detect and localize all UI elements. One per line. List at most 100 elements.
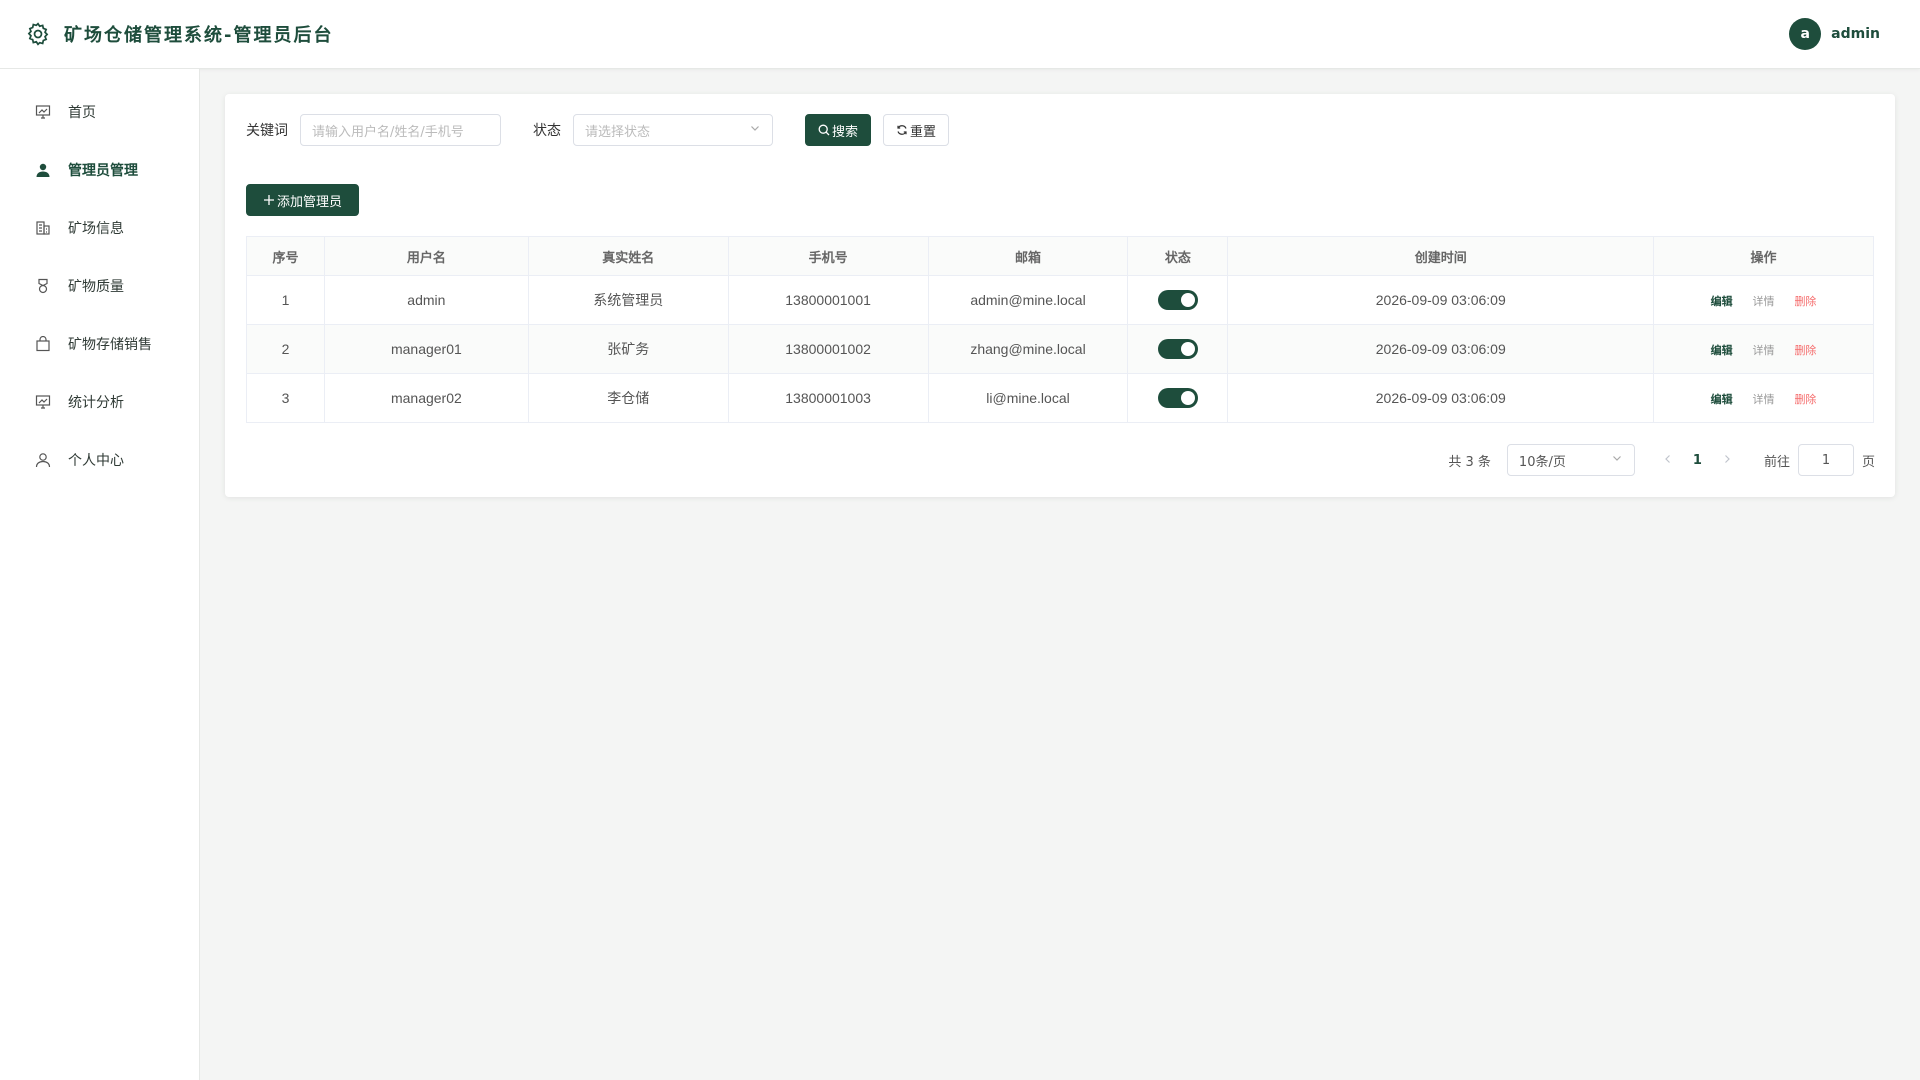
main-card: 关键词 请输入用户名/姓名/手机号 状态 请选择状态 搜索 重置 添加管理员 序… — [225, 94, 1895, 497]
search-button-label: 搜索 — [832, 124, 859, 140]
cell-status — [1127, 324, 1229, 374]
detail-link[interactable]: 详情 — [1753, 345, 1775, 357]
table-row: 3 manager02 李仓储 13800001003 li@mine.loca… — [246, 373, 1874, 423]
add-admin-button-label: 添加管理员 — [277, 194, 343, 210]
delete-link[interactable]: 删除 — [1794, 394, 1816, 406]
sidebar-item-admin-management[interactable]: 管理员管理 — [0, 141, 199, 199]
add-admin-button[interactable]: 添加管理员 — [246, 184, 360, 216]
shopping-bag-icon — [34, 335, 52, 353]
cell-username: admin — [324, 275, 529, 325]
col-actions: 操作 — [1653, 236, 1874, 276]
goto-page-value: 1 — [1821, 452, 1831, 468]
page-number-current[interactable]: 1 — [1693, 453, 1702, 468]
col-email: 邮箱 — [928, 236, 1129, 276]
gear-icon — [24, 20, 52, 48]
pagination: 共 3 条 10条/页 1 前往 1 页 — [1448, 444, 1875, 476]
top-header: 矿场仓储管理系统-管理员后台 a admin — [0, 0, 1920, 69]
col-index: 序号 — [246, 236, 325, 276]
cell-email: admin@mine.local — [928, 275, 1129, 325]
page-size-value: 10条/页 — [1518, 454, 1566, 470]
sidebar-item-profile[interactable]: 个人中心 — [0, 431, 199, 489]
search-icon — [818, 124, 830, 136]
keyword-label: 关键词 — [246, 123, 288, 139]
cell-status — [1127, 373, 1229, 423]
col-created: 创建时间 — [1227, 236, 1655, 276]
chevron-down-icon — [1611, 452, 1623, 468]
sidebar-item-label: 矿物存储销售 — [68, 337, 152, 353]
sidebar-item-label: 统计分析 — [68, 395, 124, 411]
dashboard-icon — [34, 103, 52, 121]
status-label: 状态 — [533, 123, 561, 139]
user-icon — [34, 161, 52, 179]
next-page-icon[interactable] — [1722, 452, 1732, 468]
keyword-placeholder: 请输入用户名/姓名/手机号 — [312, 124, 464, 140]
col-realname: 真实姓名 — [528, 236, 729, 276]
table-row: 2 manager01 张矿务 13800001002 zhang@mine.l… — [246, 324, 1874, 374]
table-header-row: 序号 用户名 真实姓名 手机号 邮箱 状态 创建时间 操作 — [246, 236, 1874, 276]
edit-link[interactable]: 编辑 — [1711, 345, 1733, 357]
status-toggle[interactable] — [1157, 290, 1198, 310]
sidebar-item-mineral-quality[interactable]: 矿物质量 — [0, 257, 199, 315]
cell-actions: 编辑 详情 删除 — [1653, 324, 1874, 374]
cell-username: manager01 — [324, 324, 529, 374]
cell-username: manager02 — [324, 373, 529, 423]
pagination-total: 共 3 条 — [1448, 454, 1491, 470]
edit-link[interactable]: 编辑 — [1711, 296, 1733, 308]
col-phone: 手机号 — [728, 236, 929, 276]
cell-realname: 张矿务 — [528, 324, 729, 374]
edit-link[interactable]: 编辑 — [1711, 394, 1733, 406]
status-select[interactable]: 请选择状态 — [573, 114, 773, 146]
sidebar-item-label: 矿物质量 — [68, 279, 124, 295]
sidebar-item-mine-info[interactable]: 矿场信息 — [0, 199, 199, 257]
sidebar-item-statistics[interactable]: 统计分析 — [0, 373, 199, 431]
delete-link[interactable]: 删除 — [1794, 296, 1816, 308]
sidebar-item-label: 个人中心 — [68, 453, 124, 469]
cell-email: li@mine.local — [928, 373, 1129, 423]
plus-icon — [263, 194, 275, 206]
cell-actions: 编辑 详情 删除 — [1653, 373, 1874, 423]
cell-index: 3 — [246, 373, 325, 423]
prev-page-icon[interactable] — [1663, 452, 1673, 468]
page-size-select[interactable]: 10条/页 — [1506, 444, 1635, 476]
cell-phone: 13800001002 — [728, 324, 929, 374]
cell-status — [1127, 275, 1229, 325]
toolbar: 添加管理员 — [246, 184, 1874, 216]
username[interactable]: admin — [1831, 26, 1880, 42]
search-button[interactable]: 搜索 — [805, 114, 872, 146]
status-placeholder: 请选择状态 — [585, 124, 651, 140]
chart-board-icon — [34, 393, 52, 411]
table-row: 1 admin 系统管理员 13800001001 admin@mine.loc… — [246, 275, 1874, 325]
medal-icon — [34, 277, 52, 295]
sidebar-item-label: 首页 — [68, 105, 96, 121]
col-username: 用户名 — [324, 236, 529, 276]
sidebar-item-home[interactable]: 首页 — [0, 83, 199, 141]
detail-link[interactable]: 详情 — [1753, 394, 1775, 406]
building-icon — [34, 219, 52, 237]
app-title: 矿场仓储管理系统-管理员后台 — [64, 25, 334, 46]
cell-phone: 13800001003 — [728, 373, 929, 423]
chevron-down-icon — [749, 122, 761, 138]
keyword-input[interactable]: 请输入用户名/姓名/手机号 — [300, 114, 501, 146]
reset-button-label: 重置 — [910, 124, 937, 140]
detail-link[interactable]: 详情 — [1753, 296, 1775, 308]
sidebar-item-storage-sales[interactable]: 矿物存储销售 — [0, 315, 199, 373]
search-bar: 关键词 请输入用户名/姓名/手机号 状态 请选择状态 搜索 重置 — [246, 114, 1874, 146]
sidebar: 首页 管理员管理 矿场信息 矿物质量 矿物存储销售 统计分析 个人中心 — [0, 69, 200, 1080]
status-toggle[interactable] — [1157, 388, 1198, 408]
person-icon — [34, 451, 52, 469]
goto-page-input[interactable]: 1 — [1797, 444, 1854, 476]
user-menu[interactable]: a admin — [1789, 18, 1880, 50]
status-toggle[interactable] — [1157, 339, 1198, 359]
avatar[interactable]: a — [1789, 18, 1822, 50]
cell-realname: 李仓储 — [528, 373, 729, 423]
cell-phone: 13800001001 — [728, 275, 929, 325]
refresh-icon — [896, 124, 908, 136]
reset-button[interactable]: 重置 — [883, 114, 950, 146]
cell-created: 2026-09-09 03:06:09 — [1227, 373, 1655, 423]
goto-label: 前往 — [1763, 454, 1790, 470]
cell-actions: 编辑 详情 删除 — [1653, 275, 1874, 325]
delete-link[interactable]: 删除 — [1794, 345, 1816, 357]
cell-created: 2026-09-09 03:06:09 — [1227, 324, 1655, 374]
sidebar-item-label: 管理员管理 — [68, 163, 138, 179]
cell-realname: 系统管理员 — [528, 275, 729, 325]
